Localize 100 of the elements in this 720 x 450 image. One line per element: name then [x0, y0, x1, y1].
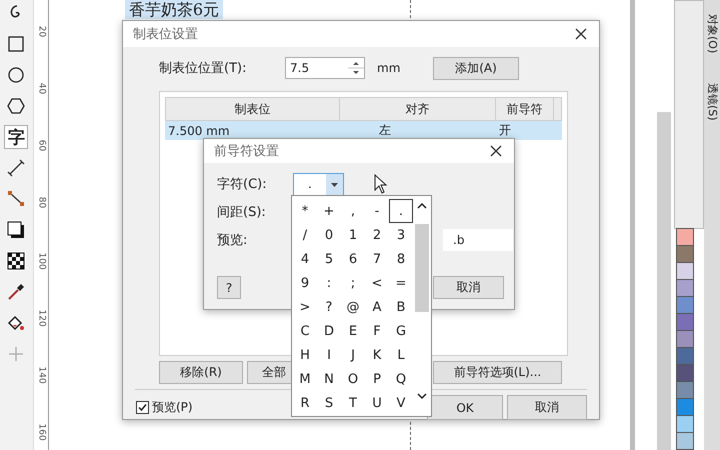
character-option[interactable]: 1 [341, 223, 365, 247]
table-cell-text: 左 [378, 122, 392, 139]
character-option[interactable]: I [317, 343, 341, 367]
character-option[interactable]: 8 [389, 247, 413, 271]
color-swatch[interactable] [676, 313, 694, 331]
character-option[interactable]: 3 [389, 223, 413, 247]
character-option[interactable]: P [365, 367, 389, 391]
dialog-title: 前导符设置 [214, 143, 279, 160]
character-option[interactable]: . [389, 199, 413, 223]
preview-field: .b [443, 229, 513, 251]
character-option[interactable]: Q [389, 367, 413, 391]
character-option[interactable]: @ [341, 295, 365, 319]
line-icon[interactable] [7, 159, 26, 177]
unit-label: mm [377, 61, 402, 75]
character-option[interactable]: < [365, 271, 389, 295]
character-option[interactable]: A [365, 295, 389, 319]
character-option[interactable]: + [317, 199, 341, 223]
character-option[interactable]: ; [341, 271, 365, 295]
scrollbar[interactable] [657, 112, 672, 450]
docker-tab[interactable]: 对象(O) [705, 14, 720, 54]
character-option[interactable]: U [365, 391, 389, 415]
character-option[interactable]: O [341, 367, 365, 391]
character-option[interactable]: ? [317, 295, 341, 319]
color-swatch[interactable] [676, 432, 694, 450]
character-option[interactable]: - [365, 199, 389, 223]
scroll-up-icon[interactable] [417, 202, 428, 210]
cancel-button[interactable]: 取消 [507, 395, 587, 420]
rectangle-icon[interactable] [7, 35, 26, 53]
checkbox-icon[interactable] [136, 401, 149, 414]
paint-bucket-icon[interactable] [7, 314, 26, 332]
character-option[interactable]: R [293, 391, 317, 415]
color-swatch[interactable] [676, 330, 694, 348]
dialog-button[interactable]: 全部 [247, 361, 291, 384]
scroll-down-icon[interactable] [417, 392, 428, 400]
character-option[interactable]: 4 [293, 247, 317, 271]
color-swatch[interactable] [676, 245, 694, 263]
character-option[interactable]: 7 [365, 247, 389, 271]
character-option[interactable]: : [317, 271, 341, 295]
color-swatch[interactable] [676, 262, 694, 280]
character-option[interactable]: L [389, 343, 413, 367]
character-option[interactable]: J [341, 343, 365, 367]
column-header[interactable]: 制表位 [166, 98, 340, 120]
character-option[interactable]: H [293, 343, 317, 367]
character-option[interactable]: = [389, 271, 413, 295]
color-swatch[interactable] [676, 279, 694, 297]
dialog-button[interactable]: 移除(R) [159, 361, 243, 384]
character-option[interactable]: K [365, 343, 389, 367]
connector-icon[interactable] [7, 190, 26, 208]
character-option[interactable]: N [317, 367, 341, 391]
character-option[interactable]: S [317, 391, 341, 415]
docker-tab[interactable]: 透镜(S) [705, 83, 720, 121]
color-swatch[interactable] [676, 415, 694, 433]
help-button[interactable]: ? [217, 276, 241, 299]
caret-icon[interactable] [326, 174, 343, 194]
character-option[interactable]: V [389, 391, 413, 415]
column-header[interactable]: 对齐 [340, 98, 496, 120]
color-swatch[interactable] [676, 347, 694, 365]
shadow-icon[interactable] [7, 221, 26, 239]
character-option[interactable]: 2 [365, 223, 389, 247]
character-dropdown[interactable]: . [293, 172, 344, 196]
text-tool-button[interactable]: 字 [4, 125, 28, 149]
character-option[interactable]: 5 [317, 247, 341, 271]
ok-button[interactable]: OK [427, 395, 503, 420]
character-option[interactable]: / [293, 223, 317, 247]
close-icon[interactable] [490, 145, 502, 157]
color-swatch[interactable] [676, 228, 694, 246]
color-swatch[interactable] [676, 296, 694, 314]
character-option[interactable]: E [341, 319, 365, 343]
character-option[interactable]: 6 [341, 247, 365, 271]
field-label: 制表位位置(T): [159, 60, 248, 77]
character-option[interactable]: F [365, 319, 389, 343]
character-option[interactable]: > [293, 295, 317, 319]
checkerboard-icon[interactable] [7, 252, 26, 270]
canvas-text: 香芋奶茶6元 [124, 0, 224, 19]
hexagon-icon[interactable] [7, 97, 26, 115]
color-swatch[interactable] [676, 398, 694, 416]
ellipse-icon[interactable] [7, 66, 26, 84]
character-option[interactable]: D [317, 319, 341, 343]
column-header[interactable]: 前导符 [496, 98, 554, 120]
color-swatch[interactable] [676, 364, 694, 382]
character-option[interactable]: M [293, 367, 317, 391]
dialog-button[interactable]: 前导符选项(L)... [433, 361, 562, 384]
character-option[interactable]: , [341, 199, 365, 223]
cancel-button[interactable]: 取消 [433, 276, 504, 299]
eyedropper-icon[interactable] [7, 283, 26, 301]
character-option[interactable]: 9 [293, 271, 317, 295]
character-option[interactable]: C [293, 319, 317, 343]
close-icon[interactable] [575, 28, 587, 40]
field-label: 预览: [217, 232, 248, 249]
color-swatch[interactable] [676, 381, 694, 399]
position-field[interactable]: 7.5 [285, 57, 365, 79]
character-option[interactable]: G [389, 319, 413, 343]
character-option[interactable]: B [389, 295, 413, 319]
scrollbar[interactable] [630, 0, 636, 450]
character-option[interactable]: 0 [317, 223, 341, 247]
character-option[interactable]: * [293, 199, 317, 223]
table-row[interactable]: 7.500 mm 左 开 [165, 121, 562, 140]
preview-checkbox[interactable]: 预览(P) [136, 399, 193, 416]
character-option[interactable]: T [341, 391, 365, 415]
add-button[interactable]: 添加(A) [433, 56, 519, 80]
